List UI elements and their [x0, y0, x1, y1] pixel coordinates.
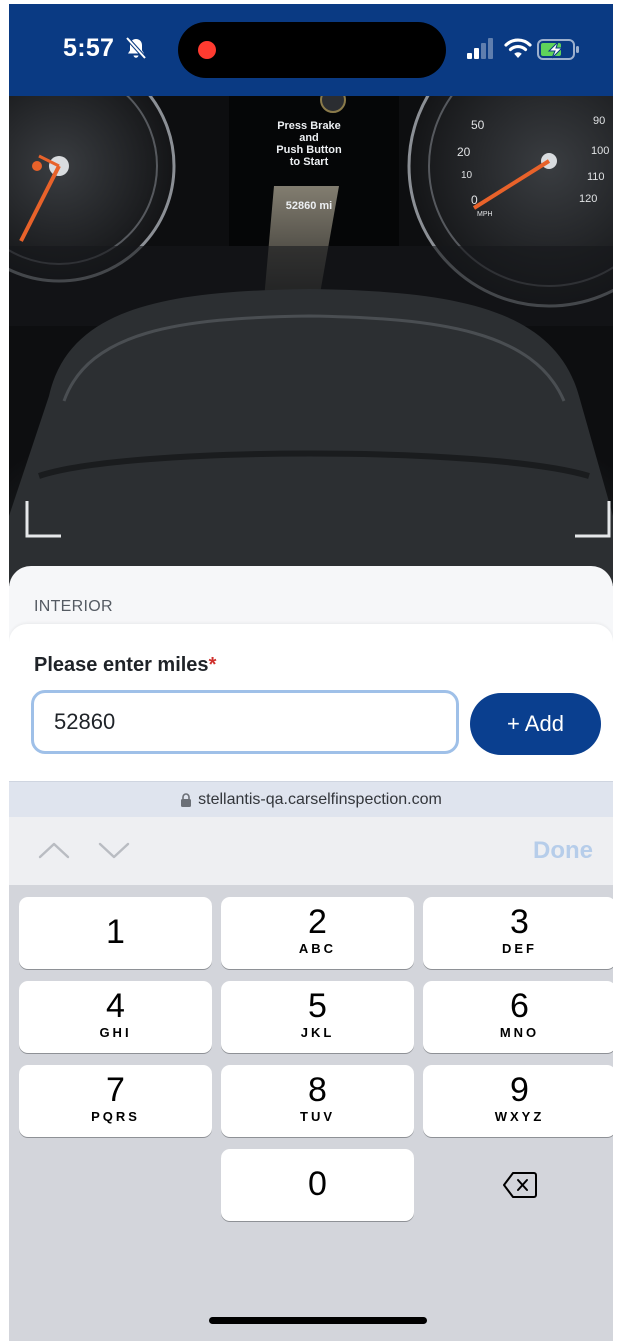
key-digit: 3 — [510, 903, 529, 941]
key-letters: TUV — [300, 1109, 335, 1124]
key-digit: 1 — [106, 913, 125, 951]
numeric-keypad: 1 2 ABC 3 DEF 4 GHI 5 JKL 6 MNO 7 PQRS 8 TUV 9W… — [9, 885, 613, 1341]
browser-url-bar[interactable]: stellantis-qa.carselfinspection.com — [9, 781, 613, 818]
key-letters: PQRS — [91, 1109, 140, 1124]
section-title: INTERIOR — [34, 598, 113, 615]
add-miles-button[interactable]: + Add — [470, 693, 601, 755]
key-letters: WXYZ — [494, 1109, 545, 1124]
inspection-sheet: INTERIOR Please enter miles* + Add — [9, 566, 613, 781]
key-digit: 4 — [106, 987, 125, 1025]
wifi-icon — [504, 38, 532, 58]
dashboard-photo: 50 20 10 0 MPH 90 100 110 120 — [9, 96, 613, 586]
key-digit: 7 — [106, 1071, 125, 1109]
cluster-message: Press Brake and Push Button to Start — [254, 120, 364, 168]
battery-charging-icon — [537, 39, 579, 60]
key-9[interactable]: 9 WXYZ — [423, 1065, 613, 1137]
home-indicator[interactable] — [209, 1317, 427, 1324]
status-bar: 5:57 — [9, 4, 613, 96]
speedo-tick: MPH — [477, 211, 493, 218]
key-digit: 0 — [308, 1165, 327, 1203]
key-5[interactable]: 5 JKL — [221, 981, 414, 1053]
lock-icon — [181, 793, 192, 807]
key-letters: DEF — [502, 941, 537, 956]
speedo-tick: 10 — [461, 170, 473, 181]
miles-field-label: Please enter miles* — [34, 654, 216, 677]
cellular-signal-icon — [467, 38, 493, 59]
cluster-odometer: 52860 mi — [285, 200, 333, 212]
key-letters: MNO — [499, 1025, 540, 1040]
key-letters: JKL — [300, 1025, 335, 1040]
speedo-tick: 50 — [471, 118, 485, 132]
miles-input[interactable] — [31, 690, 459, 754]
chevron-down-icon[interactable] — [97, 837, 131, 863]
status-time: 5:57 — [63, 34, 115, 62]
miles-label-text: Please enter miles — [34, 654, 209, 676]
key-7[interactable]: 7 PQRS — [19, 1065, 212, 1137]
done-button[interactable]: Done — [533, 837, 593, 865]
phone-screen: 5:57 50 20 10 0 MPH 90 100 110 120 Press… — [9, 4, 613, 1341]
key-3[interactable]: 3 DEF — [423, 897, 613, 969]
silent-bell-icon — [125, 36, 147, 60]
key-digit: 5 — [308, 987, 327, 1025]
key-digit: 6 — [510, 987, 529, 1025]
key-digit: 2 — [308, 903, 327, 941]
key-1[interactable]: 1 — [19, 897, 212, 969]
speedo-tick: 20 — [457, 145, 471, 159]
url-text: stellantis-qa.carselfinspection.com — [198, 791, 442, 808]
speedo-tick: 110 — [587, 171, 605, 183]
cluster-message-line: and — [299, 132, 319, 144]
miles-card: Please enter miles* + Add — [9, 624, 613, 781]
backspace-icon — [503, 1172, 537, 1198]
speedo-tick: 100 — [591, 145, 609, 157]
backspace-key[interactable] — [423, 1149, 613, 1221]
key-0[interactable]: 0 — [221, 1149, 414, 1221]
speedo-tick: 0 — [471, 193, 478, 207]
key-digit: 8 — [308, 1071, 327, 1109]
speedo-tick: 120 — [579, 193, 597, 205]
keyboard-accessory-bar: Done — [9, 817, 613, 885]
speedo-tick: 90 — [593, 115, 605, 127]
key-8[interactable]: 8 TUV — [221, 1065, 414, 1137]
key-4[interactable]: 4 GHI — [19, 981, 212, 1053]
recording-indicator-icon — [198, 41, 216, 59]
cluster-message-line: Press Brake — [277, 120, 341, 132]
required-asterisk: * — [208, 654, 217, 676]
key-6[interactable]: 6 MNO — [423, 981, 613, 1053]
key-digit: 9 — [510, 1071, 529, 1109]
key-letters: GHI — [99, 1025, 132, 1040]
key-2[interactable]: 2 ABC — [221, 897, 414, 969]
key-letters: ABC — [298, 941, 337, 956]
camera-viewfinder: 50 20 10 0 MPH 90 100 110 120 Press Brak… — [9, 96, 613, 586]
cluster-message-line: Push Button — [276, 144, 342, 156]
cluster-message-line: to Start — [289, 156, 329, 168]
dynamic-island — [178, 22, 446, 78]
chevron-up-icon[interactable] — [37, 837, 71, 863]
